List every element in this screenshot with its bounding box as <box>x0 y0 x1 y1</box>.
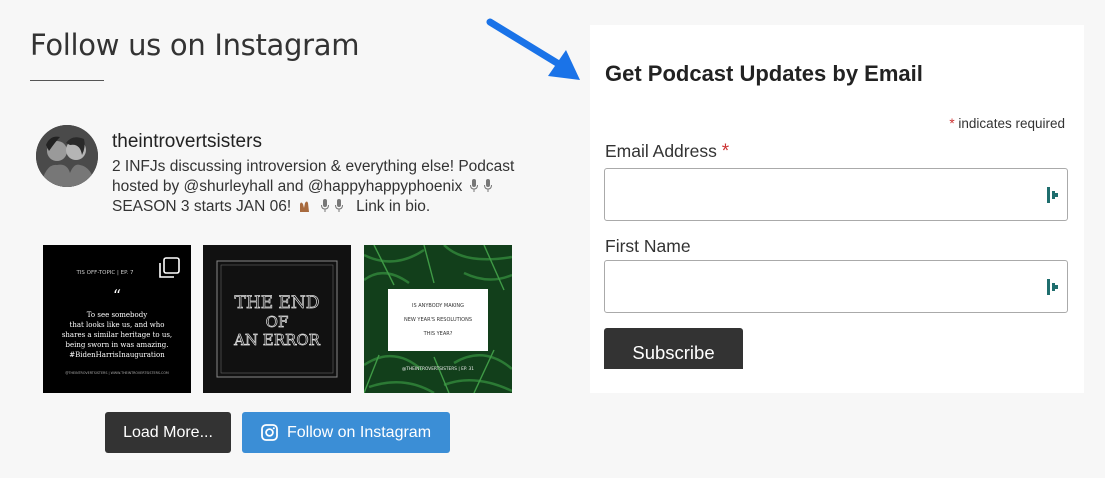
form-title: Get Podcast Updates by Email <box>605 61 923 86</box>
bio-line-text: SEASON 3 starts JAN 06! <box>112 198 292 215</box>
first-name-label-text: First Name <box>605 236 691 256</box>
instagram-post-3[interactable]: IS ANYBODY MAKING NEW YEAR'S RESOLUTIONS… <box>364 245 512 393</box>
instagram-icon <box>261 424 278 441</box>
post-3-footer: @THEINTROVERTSISTERS | EP. 31 <box>402 366 474 372</box>
instagram-bio: 2 INFJs discussing introversion & everyt… <box>112 157 552 217</box>
follow-button-label: Follow on Instagram <box>286 423 432 441</box>
post-2-line: OF <box>266 313 289 331</box>
post-1-line: shares a similar heritage to us, <box>62 331 172 339</box>
microphone-icon <box>334 199 343 212</box>
bio-line: 2 INFJs discussing introversion & everyt… <box>112 158 515 175</box>
required-note: * indicates required <box>949 116 1065 131</box>
post-3-line: NEW YEAR'S RESOLUTIONS <box>404 317 472 323</box>
bio-link-text: Link in bio. <box>356 198 431 215</box>
post-1-quote-mark: “ <box>113 286 121 305</box>
instagram-username[interactable]: theintrovertsisters <box>112 131 552 153</box>
post-1-footer: @THEINTROVERTSISTERS | WWW.THEINTROVERTS… <box>65 371 169 375</box>
post-2-line: THE END <box>235 293 320 313</box>
load-more-button[interactable]: Load More... <box>105 412 231 453</box>
microphone-icon <box>320 199 329 212</box>
post-1-line: being sworn in was amazing. <box>65 341 168 349</box>
microphone-icon <box>469 179 478 192</box>
post-1-line: that looks like us, and who <box>70 321 165 329</box>
email-label: Email Address * <box>605 141 729 163</box>
annotation-arrow <box>486 18 580 80</box>
post-1-line: #BidenHarrisInauguration <box>69 351 165 359</box>
post-3-line: THIS YEAR? <box>423 331 453 337</box>
first-name-field[interactable] <box>604 260 1068 313</box>
profile-text: theintrovertsisters 2 INFJs discussing i… <box>112 131 552 217</box>
microphone-icon <box>483 179 492 192</box>
raised-hands-icon <box>299 201 309 212</box>
email-field[interactable] <box>604 168 1068 221</box>
post-3-line: IS ANYBODY MAKING <box>412 303 464 309</box>
avatar[interactable] <box>36 125 98 187</box>
password-manager-icon[interactable] <box>1046 186 1060 204</box>
post-2-line: AN ERROR <box>233 331 321 349</box>
bio-line: SEASON 3 starts JAN 06! Link in bio. <box>112 197 552 217</box>
post-1-header: TIS OFF-TOPIC | EP. 7 <box>75 270 134 276</box>
instagram-post-1[interactable]: TIS OFF-TOPIC | EP. 7 “ To see somebody … <box>43 245 191 393</box>
required-asterisk: * <box>949 116 955 131</box>
bio-line: hosted by @shurleyhall and @happyhappyph… <box>112 177 552 197</box>
follow-on-instagram-button[interactable]: Follow on Instagram <box>242 412 450 453</box>
email-signup-card: Get Podcast Updates by Email * indicates… <box>590 25 1084 393</box>
email-label-text: Email Address <box>605 141 717 161</box>
password-manager-icon[interactable] <box>1046 278 1060 296</box>
instagram-post-2[interactable]: THE END OF AN ERROR <box>203 245 351 393</box>
subscribe-button[interactable]: Subscribe <box>604 328 743 369</box>
bio-line-text: hosted by @shurleyhall and @happyhappyph… <box>112 178 463 195</box>
required-note-text: indicates required <box>958 116 1065 131</box>
heading-divider <box>30 80 104 81</box>
required-asterisk: * <box>721 141 730 162</box>
first-name-label: First Name <box>605 236 691 257</box>
post-1-line: To see somebody <box>87 311 147 319</box>
